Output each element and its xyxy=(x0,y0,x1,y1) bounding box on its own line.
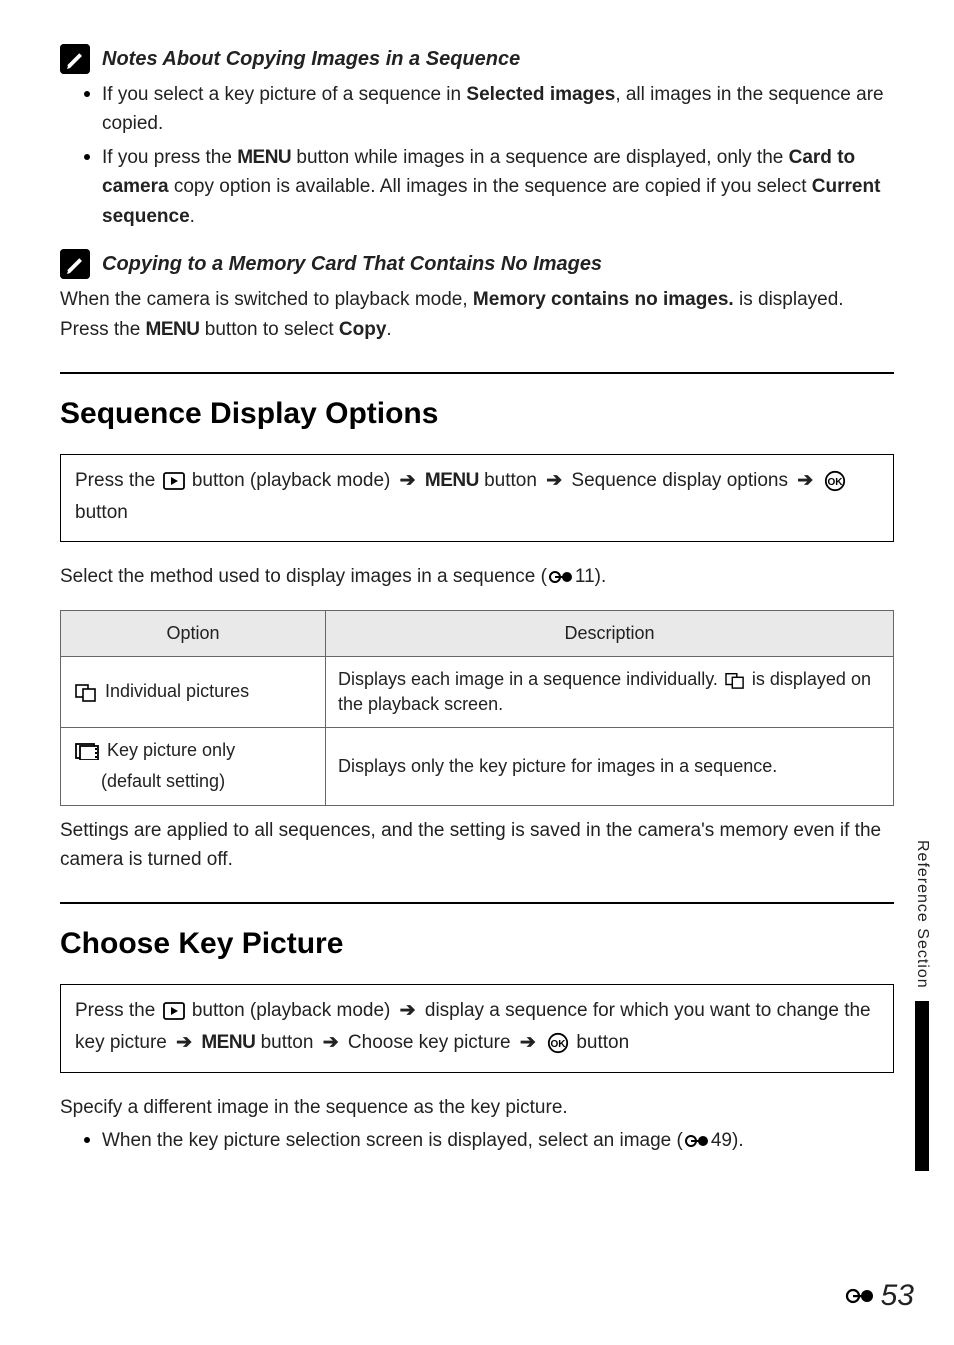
trailer-sequence-display: Settings are applied to all sequences, a… xyxy=(60,816,894,875)
side-tab-label: Reference Section xyxy=(911,840,934,995)
breadcrumb-choose-key: Press the button (playback mode) ➔ displ… xyxy=(60,984,894,1073)
reference-icon xyxy=(685,1134,709,1148)
side-tab-bar xyxy=(915,1001,929,1171)
text: Displays each image in a sequence indivi… xyxy=(338,669,723,689)
breadcrumb-sequence-display: Press the button (playback mode) ➔ MENU … xyxy=(60,454,894,543)
individual-icon xyxy=(725,671,745,689)
section-title-choose-key: Choose Key Picture xyxy=(60,922,894,966)
key-picture-icon xyxy=(75,742,99,760)
text: . xyxy=(190,206,195,227)
text: Press the xyxy=(75,470,161,491)
text: Sequence display options xyxy=(571,470,793,491)
menu-word: MENU xyxy=(146,319,200,340)
text: If you select a key picture of a sequenc… xyxy=(102,84,466,105)
svg-text:OK: OK xyxy=(828,477,844,488)
menu-word: MENU xyxy=(425,470,479,491)
svg-text:OK: OK xyxy=(551,1039,567,1050)
note-item: If you press the MENU button while image… xyxy=(84,143,894,231)
option-cell: Key picture only (default setting) xyxy=(61,728,326,805)
text: 49). xyxy=(711,1130,744,1151)
text-bold: Memory contains no images. xyxy=(473,289,734,310)
menu-word: MENU xyxy=(237,147,291,168)
text-bold: Copy xyxy=(339,319,387,340)
section-title-sequence-display: Sequence Display Options xyxy=(60,392,894,436)
section-divider xyxy=(60,902,894,904)
text: button xyxy=(576,1032,629,1053)
menu-word: MENU xyxy=(201,1032,255,1053)
text: button while images in a sequence are di… xyxy=(291,147,788,168)
arrow-icon: ➔ xyxy=(176,1032,192,1053)
page-number: 53 xyxy=(881,1274,914,1318)
options-table: Option Description Individual pictures D… xyxy=(60,610,894,806)
text: If you press the xyxy=(102,147,237,168)
table-header-description: Description xyxy=(326,610,894,656)
text: Choose key picture xyxy=(348,1032,516,1053)
arrow-icon: ➔ xyxy=(797,470,813,491)
individual-icon xyxy=(75,682,97,702)
ok-icon: OK xyxy=(824,470,846,492)
description-cell: Displays each image in a sequence indivi… xyxy=(326,656,894,727)
note-heading-copy-sequence: Notes About Copying Images in a Sequence xyxy=(60,44,894,74)
pencil-icon xyxy=(60,249,90,279)
note-item: If you select a key picture of a sequenc… xyxy=(84,80,894,139)
lead-sequence-display: Select the method used to display images… xyxy=(60,562,894,591)
option-label: Individual pictures xyxy=(105,679,249,704)
text: button xyxy=(261,1032,319,1053)
note-heading-copy-empty: Copying to a Memory Card That Contains N… xyxy=(60,249,894,279)
ok-icon: OK xyxy=(547,1032,569,1054)
arrow-icon: ➔ xyxy=(400,470,416,491)
option-label: Key picture only xyxy=(107,738,235,763)
pencil-icon xyxy=(60,44,90,74)
page-footer: 53 xyxy=(843,1274,914,1318)
note-body-2: When the camera is switched to playback … xyxy=(60,285,894,344)
text: . xyxy=(386,319,391,340)
text: Press the xyxy=(75,1000,161,1021)
playback-icon xyxy=(163,1002,185,1020)
text: When the camera is switched to playback … xyxy=(60,289,473,310)
text: Select the method used to display images… xyxy=(60,566,547,587)
arrow-icon: ➔ xyxy=(546,470,562,491)
note-heading-label-2: Copying to a Memory Card That Contains N… xyxy=(102,250,602,279)
option-cell: Individual pictures xyxy=(61,656,326,727)
arrow-icon: ➔ xyxy=(323,1032,339,1053)
lead-choose-key: Specify a different image in the sequenc… xyxy=(60,1093,894,1122)
text: button (playback mode) xyxy=(192,470,396,491)
notes-list-choose-key: When the key picture selection screen is… xyxy=(84,1126,894,1155)
arrow-icon: ➔ xyxy=(520,1032,536,1053)
arrow-icon: ➔ xyxy=(400,1000,416,1021)
text: button xyxy=(484,470,542,491)
table-header-option: Option xyxy=(61,610,326,656)
note-item: When the key picture selection screen is… xyxy=(84,1126,894,1155)
text: button (playback mode) xyxy=(192,1000,396,1021)
table-row: Key picture only (default setting) Displ… xyxy=(61,728,894,805)
reference-icon xyxy=(845,1287,875,1305)
playback-icon xyxy=(163,472,185,490)
notes-list-1: If you select a key picture of a sequenc… xyxy=(84,80,894,231)
note-heading-label-1: Notes About Copying Images in a Sequence xyxy=(102,45,520,74)
text: 11). xyxy=(575,566,606,587)
section-divider xyxy=(60,372,894,374)
description-cell: Displays only the key picture for images… xyxy=(326,728,894,805)
text: copy option is available. All images in … xyxy=(169,176,812,197)
text-bold: Selected images xyxy=(466,84,615,105)
reference-icon xyxy=(549,570,573,584)
text: When the key picture selection screen is… xyxy=(102,1130,683,1151)
option-sublabel: (default setting) xyxy=(73,769,225,794)
table-row: Individual pictures Displays each image … xyxy=(61,656,894,727)
text: button xyxy=(75,502,128,523)
text: button to select xyxy=(200,319,339,340)
side-tab: Reference Section xyxy=(911,840,934,1171)
